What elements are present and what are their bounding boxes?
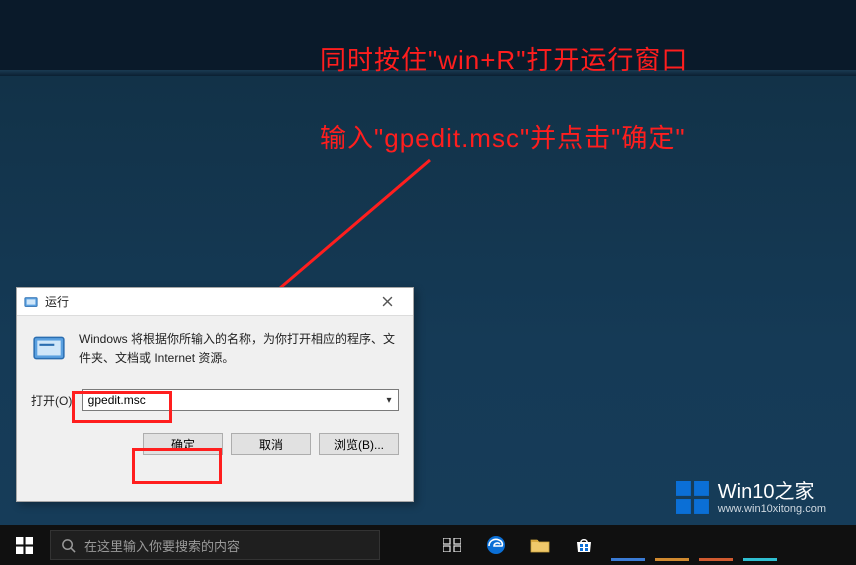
task-view-button[interactable] [430,525,474,565]
taskbar-app-1[interactable] [606,525,650,565]
run-dialog-body: Windows 将根据你所输入的名称，为你打开相应的程序、文件夹、文档或 Int… [17,316,413,421]
cancel-button[interactable]: 取消 [231,433,311,455]
watermark: Win10之家 www.win10xitong.com [676,481,826,515]
run-dialog-description: Windows 将根据你所输入的名称，为你打开相应的程序、文件夹、文档或 Int… [79,330,399,367]
file-explorer-icon [530,537,550,553]
taskbar-app-indicator [655,558,689,561]
file-explorer-button[interactable] [518,525,562,565]
taskbar: 在这里输入你要搜索的内容 [0,525,856,565]
run-dialog: 运行 Windows 将根据你所输入的名称，为你打开相应的程序、文件夹、文档或 … [16,287,414,502]
close-button[interactable] [367,291,407,313]
run-icon [23,294,39,310]
task-view-icon [443,538,461,552]
taskbar-app-3[interactable] [694,525,738,565]
open-combobox-wrap: ▾ [82,389,399,411]
windows-logo-icon [676,481,710,515]
watermark-url: www.win10xitong.com [718,503,826,515]
desktop-background: 同时按住"win+R"打开运行窗口 输入"gpedit.msc"并点击"确定" … [0,0,856,565]
ok-button[interactable]: 确定 [143,433,223,455]
watermark-title: Win10之家 [718,481,826,503]
start-button[interactable] [0,525,48,565]
annotation-line-1: 同时按住"win+R"打开运行窗口 [320,40,688,77]
taskbar-app-indicator [699,558,733,561]
taskbar-icons [430,525,782,565]
store-icon [575,536,593,554]
taskbar-app-2[interactable] [650,525,694,565]
run-dialog-icon [31,330,67,366]
run-dialog-titlebar[interactable]: 运行 [17,288,413,316]
taskbar-app-indicator [611,558,645,561]
search-icon [61,538,76,553]
search-placeholder: 在这里输入你要搜索的内容 [84,536,240,555]
taskbar-app-indicator [743,558,777,561]
taskbar-search[interactable]: 在这里输入你要搜索的内容 [50,530,380,560]
edge-button[interactable] [474,525,518,565]
open-input[interactable] [82,389,399,411]
store-button[interactable] [562,525,606,565]
run-dialog-buttons: 确定 取消 浏览(B)... [17,421,413,469]
windows-start-icon [16,537,33,554]
run-dialog-title: 运行 [45,293,367,310]
annotation-line-2: 输入"gpedit.msc"并点击"确定" [320,118,686,155]
edge-icon [486,535,506,555]
browse-button[interactable]: 浏览(B)... [319,433,399,455]
taskbar-app-4[interactable] [738,525,782,565]
open-label: 打开(O): [31,392,76,409]
